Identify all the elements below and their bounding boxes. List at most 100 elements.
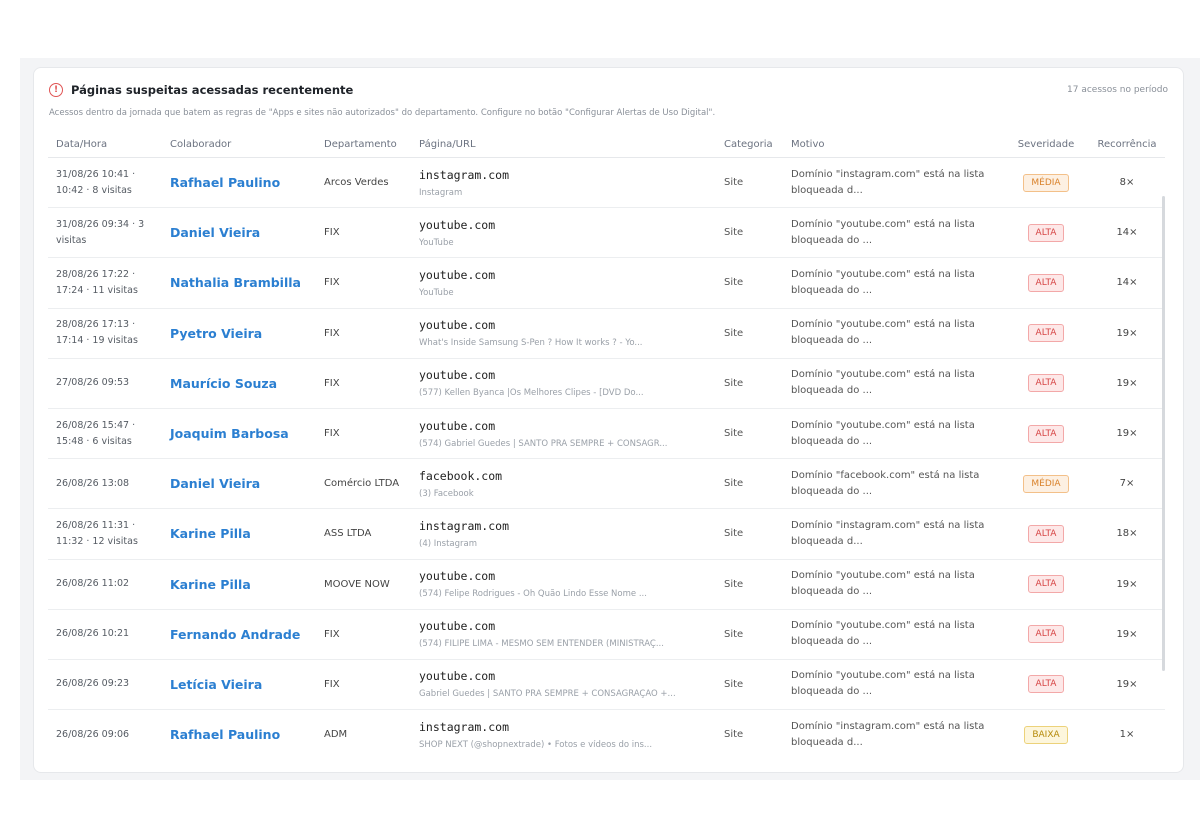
employee-link[interactable]: Karine Pilla bbox=[170, 526, 251, 541]
page-url: youtube.com bbox=[419, 569, 496, 584]
page-url: instagram.com bbox=[419, 719, 510, 734]
table-row[interactable]: 26/08/26 15:47 · 15:48 · 6 visitas Joaqu… bbox=[48, 408, 1165, 460]
category: Site bbox=[724, 729, 744, 741]
employee-link[interactable]: Daniel Vieira bbox=[170, 476, 260, 491]
page-title: YouTube bbox=[419, 237, 454, 248]
severity-badge: ALTA bbox=[1027, 324, 1065, 343]
table-row[interactable]: 31/08/26 09:34 · 3 visitas Daniel Vieira… bbox=[48, 207, 1165, 259]
reason: Domínio "instagram.com" está na lista bl… bbox=[791, 720, 985, 748]
reason: Domínio "facebook.com" está na lista blo… bbox=[791, 469, 980, 497]
department: FIX bbox=[324, 377, 340, 389]
column-header-category[interactable]: Categoria bbox=[716, 131, 783, 158]
card-title: Páginas suspeitas acessadas recentemente bbox=[71, 83, 354, 97]
page-title: (574) Felipe Rodrigues - Oh Quão Lindo E… bbox=[419, 589, 647, 600]
card-subtitle: Acessos dentro da jornada que batem as r… bbox=[49, 108, 716, 118]
reason: Domínio "youtube.com" está na lista bloq… bbox=[791, 369, 975, 397]
title-row: ! Páginas suspeitas acessadas recentemen… bbox=[49, 83, 1168, 97]
severity-badge: ALTA bbox=[1027, 625, 1065, 644]
department: MOOVE NOW bbox=[324, 578, 390, 590]
page-url: youtube.com bbox=[419, 619, 496, 634]
recurrence-count: 19× bbox=[1116, 678, 1138, 690]
employee-link[interactable]: Nathalia Brambilla bbox=[170, 275, 301, 290]
access-datetime: 31/08/26 09:34 · 3 visitas bbox=[56, 218, 145, 246]
category: Site bbox=[724, 678, 744, 690]
table-row[interactable]: 26/08/26 10:21 Fernando Andrade FIX yout… bbox=[48, 609, 1165, 660]
department: FIX bbox=[324, 227, 340, 239]
access-datetime: 28/08/26 17:13 · 17:14 · 19 visitas bbox=[56, 319, 138, 347]
table-row[interactable]: 26/08/26 09:06 Rafhael Paulino ADM insta… bbox=[48, 710, 1165, 760]
department: FIX bbox=[324, 327, 340, 339]
employee-link[interactable]: Rafhael Paulino bbox=[170, 175, 280, 190]
access-datetime: 26/08/26 11:31 · 11:32 · 12 visitas bbox=[56, 519, 138, 547]
table-row[interactable]: 28/08/26 17:13 · 17:14 · 19 visitas Pyet… bbox=[48, 308, 1165, 359]
column-header-recurrence[interactable]: Recorrência bbox=[1089, 131, 1165, 158]
table-header-row: Data/Hora Colaborador Departamento Págin… bbox=[48, 131, 1165, 158]
severity-badge: ALTA bbox=[1027, 575, 1065, 594]
table-row[interactable]: 28/08/26 17:22 · 17:24 · 11 visitas Nath… bbox=[48, 257, 1165, 309]
access-datetime: 26/08/26 09:23 bbox=[56, 678, 130, 690]
table-row[interactable]: 26/08/26 09:23 Letícia Vieira FIX youtub… bbox=[48, 659, 1165, 711]
page-title: (4) Instagram bbox=[419, 538, 477, 549]
category: Site bbox=[724, 528, 744, 540]
severity-badge: ALTA bbox=[1027, 374, 1065, 393]
table-row[interactable]: 27/08/26 09:53 Maurício Souza FIX youtub… bbox=[48, 358, 1165, 409]
column-header-page[interactable]: Página/URL bbox=[411, 131, 716, 158]
category: Site bbox=[724, 227, 744, 239]
page-title: (3) Facebook bbox=[419, 488, 474, 499]
access-datetime: 31/08/26 10:41 · 10:42 · 8 visitas bbox=[56, 168, 136, 196]
recurrence-count: 14× bbox=[1116, 227, 1138, 239]
severity-badge: ALTA bbox=[1027, 223, 1065, 242]
access-datetime: 28/08/26 17:22 · 17:24 · 11 visitas bbox=[56, 268, 138, 296]
department: FIX bbox=[324, 277, 340, 289]
category: Site bbox=[724, 428, 744, 440]
reason: Domínio "youtube.com" está na lista bloq… bbox=[791, 268, 975, 296]
table-row[interactable]: 26/08/26 11:02 Karine Pilla MOOVE NOW yo… bbox=[48, 559, 1165, 610]
page-title: What's Inside Samsung S-Pen ? How It wor… bbox=[419, 338, 643, 349]
page-url: instagram.com bbox=[419, 518, 510, 533]
card-header: ! Páginas suspeitas acessadas recentemen… bbox=[49, 83, 1168, 118]
reason: Domínio "youtube.com" está na lista bloq… bbox=[791, 319, 975, 347]
employee-link[interactable]: Pyetro Vieira bbox=[170, 326, 262, 341]
page-url: youtube.com bbox=[419, 267, 496, 282]
department: Comércio LTDA bbox=[324, 478, 400, 490]
employee-link[interactable]: Maurício Souza bbox=[170, 376, 277, 391]
category: Site bbox=[724, 177, 744, 189]
column-header-employee[interactable]: Colaborador bbox=[162, 131, 316, 158]
page-title: YouTube bbox=[419, 287, 454, 298]
column-header-severity[interactable]: Severidade bbox=[1003, 131, 1089, 158]
employee-link[interactable]: Fernando Andrade bbox=[170, 627, 300, 642]
access-count: 17 acessos no período bbox=[1067, 85, 1168, 95]
department: ASS LTDA bbox=[324, 528, 372, 540]
severity-badge: ALTA bbox=[1027, 424, 1065, 443]
employee-link[interactable]: Karine Pilla bbox=[170, 577, 251, 592]
vertical-scrollbar[interactable] bbox=[1162, 196, 1165, 671]
column-header-datetime[interactable]: Data/Hora bbox=[48, 131, 162, 158]
employee-link[interactable]: Rafhael Paulino bbox=[170, 727, 280, 742]
page-title: Instagram bbox=[419, 187, 463, 198]
recurrence-count: 19× bbox=[1116, 327, 1138, 339]
employee-link[interactable]: Letícia Vieira bbox=[170, 677, 262, 692]
employee-link[interactable]: Joaquim Barbosa bbox=[170, 426, 289, 441]
suspicious-pages-table: Data/Hora Colaborador Departamento Págin… bbox=[48, 131, 1165, 759]
recurrence-count: 14× bbox=[1116, 277, 1138, 289]
severity-badge: ALTA bbox=[1027, 273, 1065, 292]
recurrence-count: 19× bbox=[1116, 628, 1138, 640]
recurrence-count: 19× bbox=[1116, 377, 1138, 389]
column-header-department[interactable]: Departamento bbox=[316, 131, 411, 158]
employee-link[interactable]: Daniel Vieira bbox=[170, 225, 260, 240]
page-title: Gabriel Guedes | SANTO PRA SEMPRE + CONS… bbox=[419, 689, 676, 700]
severity-badge: MÉDIA bbox=[1023, 173, 1069, 192]
table-row[interactable]: 31/08/26 10:41 · 10:42 · 8 visitas Rafha… bbox=[48, 157, 1165, 209]
table-row[interactable]: 26/08/26 13:08 Daniel Vieira Comércio LT… bbox=[48, 458, 1165, 510]
severity-badge: ALTA bbox=[1027, 524, 1065, 543]
table-row[interactable]: 26/08/26 11:31 · 11:32 · 12 visitas Kari… bbox=[48, 508, 1165, 560]
access-datetime: 26/08/26 13:08 bbox=[56, 477, 130, 489]
column-header-reason[interactable]: Motivo bbox=[783, 131, 1003, 158]
reason: Domínio "youtube.com" está na lista bloq… bbox=[791, 419, 975, 447]
recurrence-count: 7× bbox=[1119, 478, 1135, 490]
department: Arcos Verdes bbox=[324, 177, 389, 189]
severity-badge: BAIXA bbox=[1024, 725, 1068, 744]
access-datetime: 26/08/26 09:06 bbox=[56, 728, 130, 740]
recurrence-count: 19× bbox=[1116, 578, 1138, 590]
page-title: (577) Kellen Byanca |Os Melhores Clipes … bbox=[419, 388, 644, 399]
